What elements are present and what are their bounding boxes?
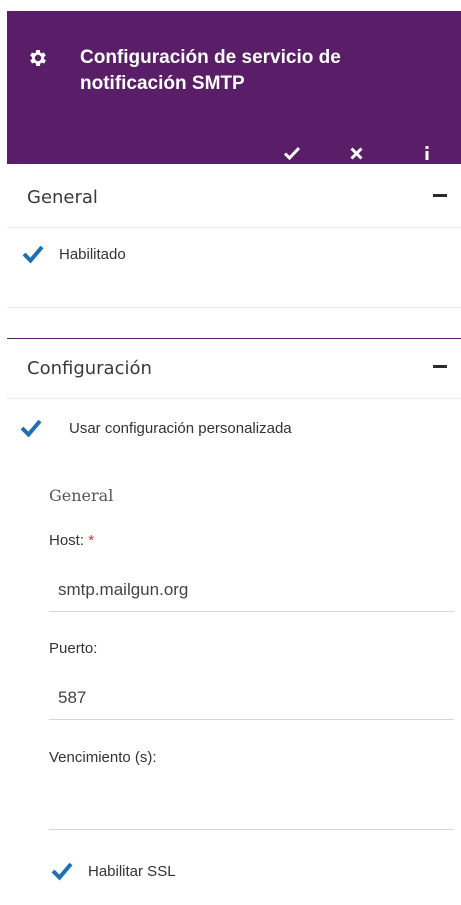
collapse-icon[interactable]	[433, 194, 447, 197]
timeout-label: Vencimiento (s):	[49, 749, 157, 766]
info-button[interactable]	[416, 142, 438, 164]
enabled-checkbox[interactable]	[22, 243, 44, 265]
ssl-label: Habilitar SSL	[88, 862, 176, 880]
timeout-input[interactable]	[49, 786, 454, 830]
custom-config-checkbox-row[interactable]: Usar configuración personalizada	[20, 417, 292, 439]
port-label: Puerto:	[49, 640, 98, 657]
config-panel-header[interactable]: Configuración	[7, 339, 461, 399]
enabled-label: Habilitado	[59, 245, 126, 263]
info-icon	[425, 146, 429, 160]
page-title: Configuración de servicio de notificació…	[80, 47, 341, 94]
custom-config-checkbox[interactable]	[20, 417, 42, 439]
save-button[interactable]	[281, 142, 303, 164]
page-header: Configuración de servicio de notificació…	[7, 11, 461, 164]
general-panel-title: General	[27, 187, 98, 208]
required-marker: *	[88, 532, 95, 549]
header-actions	[7, 142, 461, 164]
check-icon	[284, 146, 300, 160]
general-panel-header[interactable]: General	[7, 168, 461, 228]
close-icon	[349, 146, 363, 160]
gear-icon	[27, 47, 49, 69]
enabled-checkbox-row[interactable]: Habilitado	[22, 243, 126, 265]
general-panel: General	[7, 168, 461, 308]
config-panel-title: Configuración	[27, 358, 152, 379]
custom-config-label: Usar configuración personalizada	[69, 419, 292, 437]
port-input[interactable]	[49, 676, 454, 720]
cancel-button[interactable]	[345, 142, 367, 164]
section-title: General	[49, 486, 114, 505]
ssl-checkbox-row[interactable]: Habilitar SSL	[51, 860, 176, 882]
collapse-icon[interactable]	[433, 365, 447, 368]
host-label: Host: *	[49, 532, 95, 549]
host-input[interactable]	[49, 568, 454, 612]
ssl-checkbox[interactable]	[51, 860, 73, 882]
